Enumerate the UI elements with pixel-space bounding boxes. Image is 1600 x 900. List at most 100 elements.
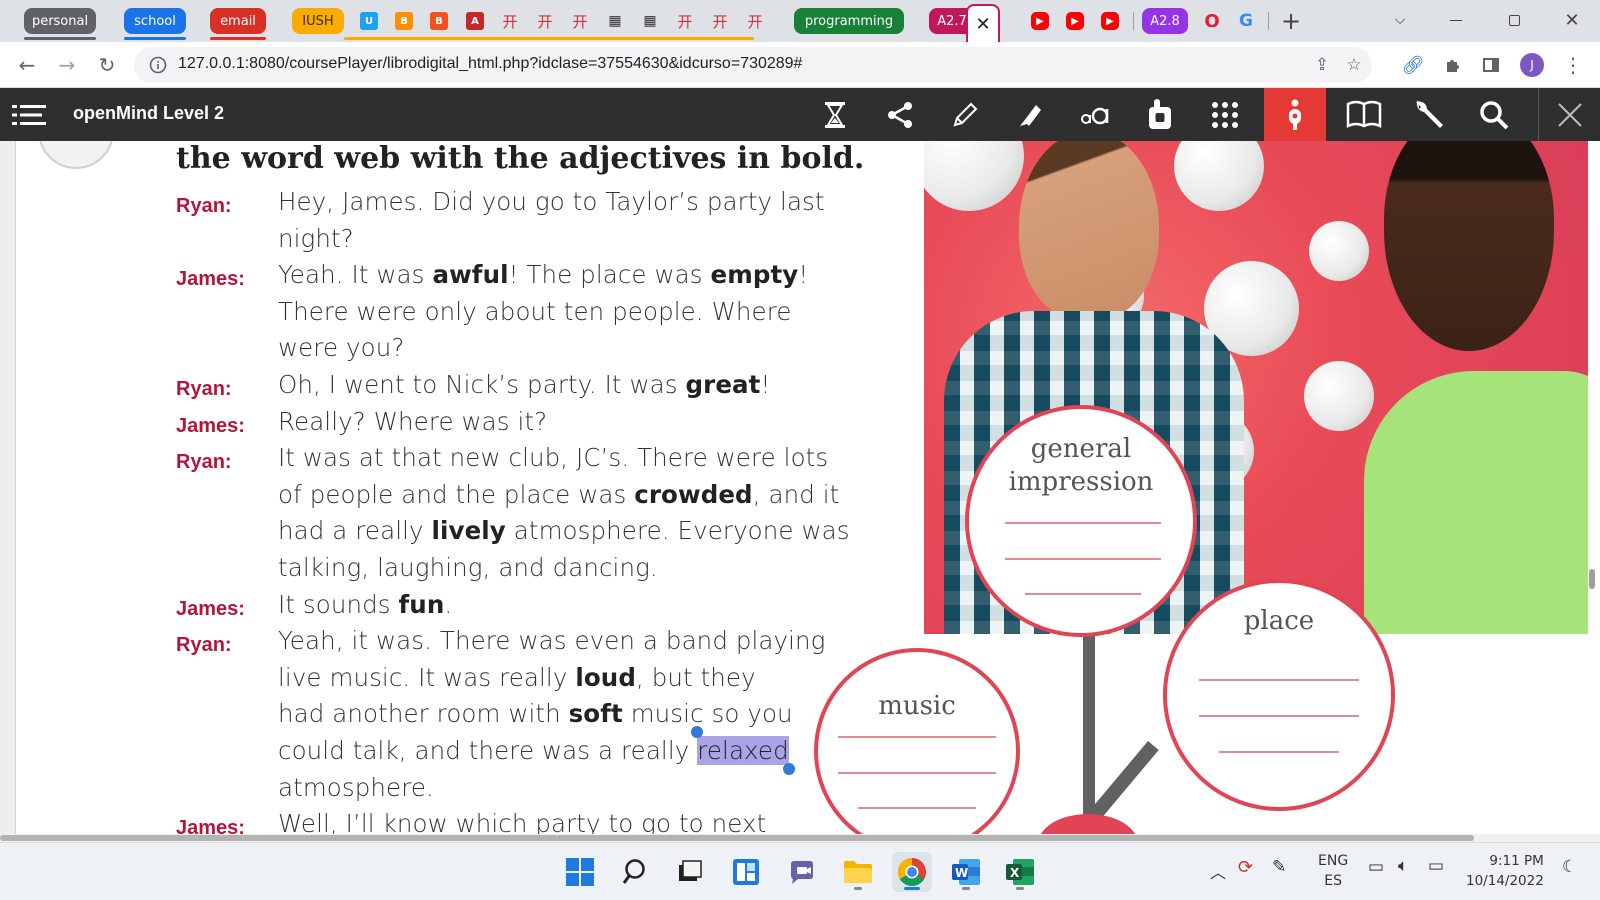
tab-blogger-2[interactable]: B [422,6,456,36]
profile-avatar[interactable]: J [1520,53,1544,77]
browser-menu-icon[interactable]: ⋮ [1560,52,1586,78]
hourglass-timer-button[interactable] [804,88,866,141]
back-button[interactable]: ← [12,50,42,80]
new-tab-button[interactable]: + [1276,6,1306,36]
folder-icon [844,861,872,883]
volume-icon[interactable]: 🔈︎ [1398,856,1408,876]
teams-chat-button[interactable] [782,852,822,892]
link-extension-icon[interactable]: 🔗︎ [1400,52,1426,78]
selected-text[interactable]: relaxed [697,736,789,765]
extensions-puzzle-icon[interactable] [1440,52,1466,78]
book-button[interactable] [1333,88,1395,141]
active-tab-close-button[interactable]: ✕ [966,4,1000,42]
sync-icon[interactable]: ⟳ [1238,857,1253,878]
tab-group-iush[interactable]: IUSH [292,8,754,40]
tab-group-label: school [134,13,176,29]
excel-button[interactable]: X [1000,852,1040,892]
touch-pointer-button[interactable] [1129,88,1191,141]
tab-pdf[interactable]: A [458,6,492,36]
pencil-button[interactable] [934,88,996,141]
task-view-button[interactable] [670,852,710,892]
word-web-center [1038,814,1138,834]
selection-end-handle[interactable] [782,763,795,775]
tab-qr-2[interactable]: ▦ [633,6,667,36]
tab-site-6[interactable]: 开 [738,6,772,36]
file-explorer-button[interactable] [838,852,878,892]
bookmark-star-icon[interactable]: ☆ [1342,53,1366,77]
highlighter-button[interactable] [999,88,1061,141]
bold-adjective: crowded [634,479,753,509]
bold-adjective: loud [575,662,636,692]
show-hidden-icons-button[interactable]: ︿ [1210,859,1226,883]
answer-line[interactable] [838,772,996,774]
tab-favicon-u[interactable]: U [352,6,386,36]
answer-line[interactable] [1219,751,1339,753]
audio-track-badge[interactable] [38,141,114,169]
tab-youtube-3[interactable]: ▶ [1093,6,1127,36]
tab-youtube-2[interactable]: ▶ [1058,6,1092,36]
tab-blogger-1[interactable]: B [387,6,421,36]
site-info-icon[interactable] [146,53,170,77]
language-indicator[interactable]: ENG ES [1318,851,1348,891]
tab-search-button[interactable]: ⌵ [1380,6,1420,34]
tab-group-a2-8[interactable]: A2.8 [1142,8,1188,34]
answer-line[interactable] [1005,522,1161,524]
battery-icon[interactable]: ▭ [1428,856,1444,876]
reload-button[interactable]: ↻ [92,50,122,80]
menu-list-icon[interactable] [12,103,46,127]
tab-site-4[interactable]: 开 [668,6,702,36]
answer-line[interactable] [858,807,976,809]
url-text: 127.0.0.1:8080/coursePlayer/librodigital… [178,55,803,72]
pen-icon[interactable]: ✎ [1272,857,1286,877]
tab-youtube-1[interactable]: ▶ [1023,6,1057,36]
tab-group-programming[interactable]: programming [794,8,904,34]
side-panel-icon[interactable] [1478,52,1504,78]
minimize-button[interactable] [1436,6,1476,34]
network-icon[interactable]: ▭ [1368,857,1384,877]
tools-button[interactable] [1398,88,1460,141]
tab-site-1[interactable]: 开 [493,6,527,36]
chrome-button[interactable] [892,852,932,892]
taskbar-search-button[interactable] [616,852,656,892]
answer-line[interactable] [1199,715,1359,717]
tab-site-2[interactable]: 开 [528,6,562,36]
restore-button[interactable] [1494,6,1534,34]
close-book-button[interactable] [1538,88,1600,141]
horizontal-scrollbar-thumb[interactable] [0,835,1474,841]
horizontal-scrollbar[interactable] [0,834,1600,842]
tab-group-school[interactable]: school [124,8,186,40]
search-button[interactable] [1463,88,1525,141]
share-icon[interactable]: ⇪ [1310,53,1334,77]
forward-button[interactable]: → [52,50,82,80]
tab-site-5[interactable]: 开 [703,6,737,36]
word-button[interactable]: W [946,852,986,892]
tab-group-email[interactable]: email [210,8,266,40]
google-icon: G [1239,11,1253,31]
apps-grid-button[interactable] [1194,88,1256,141]
pencil-icon [953,102,978,126]
restore-icon [1508,14,1520,26]
tab-site-3[interactable]: 开 [563,6,597,36]
clock[interactable]: 9:11 PM 10/14/2022 [1466,851,1544,891]
answer-line[interactable] [838,736,996,738]
dialogue-line: live music. It was really loud, but they [278,662,756,692]
start-button[interactable] [560,852,600,892]
running-indicator [904,887,920,890]
tab-qr-1[interactable]: ▦ [598,6,632,36]
text-size-button[interactable] [1064,88,1126,141]
tab-group-personal[interactable]: personal [24,8,96,40]
vertical-scrollbar-thumb[interactable] [1589,569,1595,589]
tab-google[interactable]: G [1229,6,1263,36]
accessibility-button[interactable] [1264,88,1326,141]
window-close-button[interactable]: ✕ [1552,6,1592,34]
share-button[interactable] [869,88,931,141]
answer-line[interactable] [1005,558,1161,560]
notifications-icon[interactable]: ☾ [1562,857,1577,877]
answer-line[interactable] [1025,593,1141,595]
address-bar[interactable]: 127.0.0.1:8080/coursePlayer/librodigital… [134,47,1372,83]
bold-adjective: great [685,370,761,399]
answer-line[interactable] [1199,679,1359,681]
tab-opera[interactable]: O [1195,6,1229,36]
widgets-button[interactable] [726,852,766,892]
search-icon [622,859,645,884]
